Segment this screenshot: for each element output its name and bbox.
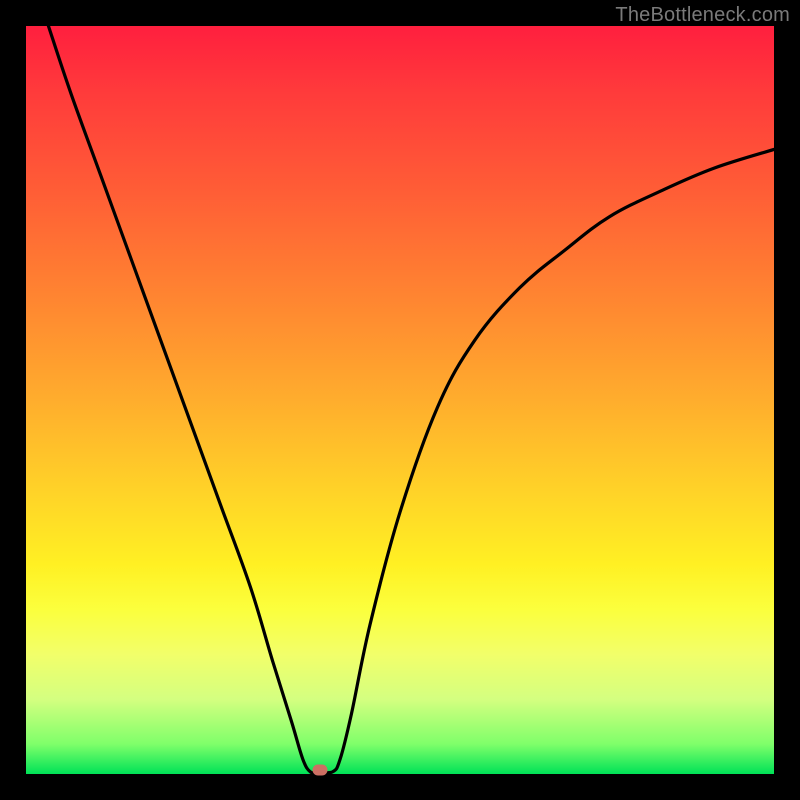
watermark-text: TheBottleneck.com <box>615 4 790 27</box>
chart-frame: TheBottleneck.com <box>0 0 800 800</box>
bottleneck-curve <box>48 26 774 773</box>
curve-svg <box>26 26 774 774</box>
optimum-marker <box>312 765 327 776</box>
plot-area <box>26 26 774 774</box>
